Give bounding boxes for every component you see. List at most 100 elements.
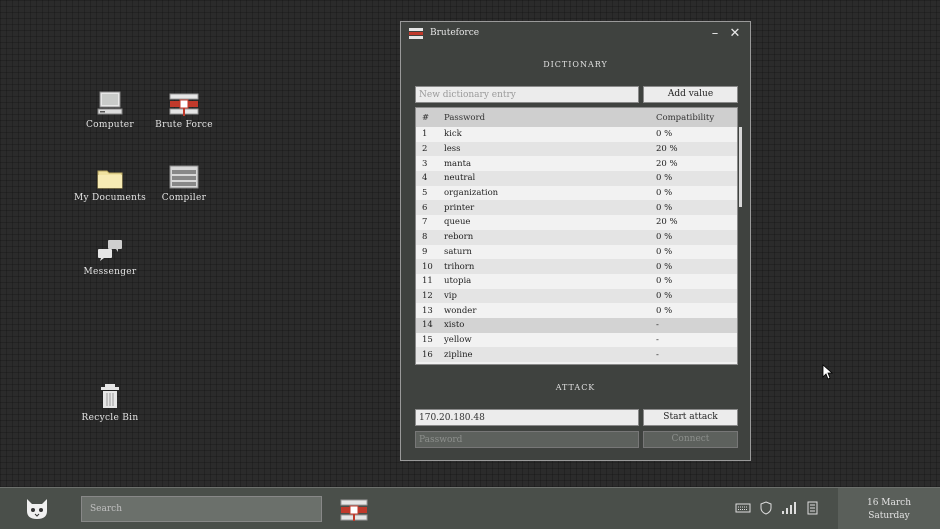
computer-icon [97, 91, 123, 115]
desktop-icon-label: Messenger [83, 267, 137, 277]
mouse-cursor-icon [822, 364, 834, 380]
desktop-icon-label: Brute Force [155, 120, 213, 130]
row-number: 15 [422, 334, 433, 345]
row-compatibility: - [656, 349, 659, 360]
clock-day: Saturday [868, 511, 910, 521]
row-password: yellow [444, 334, 472, 345]
row-password: vip [444, 290, 457, 301]
row-number: 5 [422, 188, 428, 199]
row-number: 4 [422, 173, 428, 184]
row-number: 8 [422, 232, 428, 243]
column-header-compatibility: Compatibility [656, 112, 715, 123]
row-compatibility: 20 % [656, 144, 678, 155]
desktop-icon-messenger[interactable]: Messenger [65, 233, 155, 277]
compiler-icon [169, 165, 199, 189]
table-scrollbar[interactable] [739, 127, 742, 365]
row-password: saturn [444, 246, 472, 257]
row-number: 3 [422, 158, 428, 169]
desktop-icon-label: Recycle Bin [81, 413, 139, 423]
bruteforce-window[interactable]: Bruteforce – ✕ DICTIONARY Add value # Pa… [400, 21, 751, 461]
row-compatibility: 0 % [656, 232, 673, 243]
row-compatibility: 0 % [656, 188, 673, 199]
desktop-icon-brute-force[interactable]: Brute Force [139, 86, 229, 130]
row-password: printer [444, 202, 475, 213]
start-attack-button[interactable]: Start attack [643, 409, 738, 426]
row-number: 11 [422, 276, 433, 287]
desktop-icon-recycle-bin[interactable]: Recycle Bin [65, 379, 155, 423]
row-number: 10 [422, 261, 433, 272]
table-row[interactable]: 12 vip 0 % [416, 288, 737, 304]
taskbar-clock[interactable]: 16 March Saturday [838, 488, 940, 529]
row-compatibility: 0 % [656, 202, 673, 213]
dictionary-entry-input[interactable] [415, 86, 639, 103]
shield-icon[interactable] [759, 501, 773, 515]
taskbar-search-input[interactable] [81, 496, 322, 522]
row-password: wonder [444, 305, 477, 316]
table-row[interactable]: 7 queue 20 % [416, 215, 737, 230]
row-compatibility: 0 % [656, 276, 673, 287]
row-number: 14 [422, 320, 433, 331]
row-password: organization [444, 188, 499, 199]
column-header-num: # [422, 112, 430, 123]
table-row[interactable]: 15 yellow - [416, 332, 737, 348]
target-ip-input[interactable] [415, 409, 639, 426]
row-number: 2 [422, 144, 428, 155]
table-row[interactable]: 13 wonder 0 % [416, 303, 737, 318]
table-row[interactable]: 11 utopia 0 % [416, 273, 737, 289]
table-body: 1 kick 0 % 2 less 20 % 3 manta 20 % 4 neutral 0 % 5 o… [416, 127, 737, 362]
row-compatibility: 20 % [656, 217, 678, 228]
row-password: manta [444, 158, 472, 169]
minimize-button[interactable]: – [708, 26, 722, 41]
row-password: utopia [444, 276, 472, 287]
row-compatibility: - [656, 334, 659, 345]
row-compatibility: 0 % [656, 290, 673, 301]
table-row[interactable]: 9 saturn 0 % [416, 244, 737, 260]
password-input[interactable] [415, 431, 639, 448]
table-row[interactable]: 4 neutral 0 % [416, 171, 737, 186]
row-number: 1 [422, 129, 428, 140]
table-row[interactable]: 1 kick 0 % [416, 127, 737, 142]
add-value-button[interactable]: Add value [643, 86, 738, 103]
table-header: # Password Compatibility [416, 108, 737, 127]
column-header-password: Password [444, 112, 486, 123]
window-titlebar[interactable]: Bruteforce – ✕ [401, 22, 750, 44]
table-row[interactable]: 14 xisto - [416, 317, 737, 333]
close-button[interactable]: ✕ [728, 26, 742, 41]
keyboard-icon[interactable] [735, 501, 751, 515]
row-password: kick [444, 129, 462, 140]
row-password: queue [444, 217, 471, 228]
desktop-icon-compiler[interactable]: Compiler [139, 159, 229, 203]
table-row[interactable]: 3 manta 20 % [416, 156, 737, 172]
document-icon[interactable] [805, 501, 819, 515]
row-compatibility: 0 % [656, 129, 673, 140]
row-password: neutral [444, 173, 476, 184]
table-row[interactable]: 16 zipline - [416, 347, 737, 362]
row-compatibility: 0 % [656, 246, 673, 257]
window-title: Bruteforce [430, 28, 480, 38]
row-number: 12 [422, 290, 433, 301]
row-password: trihorn [444, 261, 475, 272]
attack-section-title: ATTACK [555, 383, 596, 392]
table-row[interactable]: 2 less 20 % [416, 141, 737, 157]
cat-logo-icon[interactable] [24, 497, 50, 521]
recycle-bin-icon [101, 384, 119, 408]
row-compatibility: - [656, 320, 659, 331]
dictionary-table[interactable]: # Password Compatibility 1 kick 0 % 2 less 20… [415, 107, 738, 365]
connect-button[interactable]: Connect [643, 431, 738, 448]
bruteforce-icon [409, 27, 423, 39]
row-compatibility: 0 % [656, 173, 673, 184]
signal-icon[interactable] [781, 501, 797, 515]
row-password: zipline [444, 349, 473, 360]
bruteforce-taskbar-icon[interactable] [340, 499, 368, 521]
row-compatibility: 0 % [656, 305, 673, 316]
row-number: 9 [422, 246, 428, 257]
table-row[interactable]: 8 reborn 0 % [416, 229, 737, 245]
row-number: 7 [422, 217, 428, 228]
scrollbar-thumb[interactable] [739, 127, 742, 207]
table-row[interactable]: 5 organization 0 % [416, 185, 737, 201]
bruteforce-icon [169, 93, 199, 116]
table-row[interactable]: 6 printer 0 % [416, 200, 737, 216]
table-row[interactable]: 10 trihorn 0 % [416, 259, 737, 274]
row-password: less [444, 144, 461, 155]
desktop-icon-label: Compiler [161, 193, 207, 203]
